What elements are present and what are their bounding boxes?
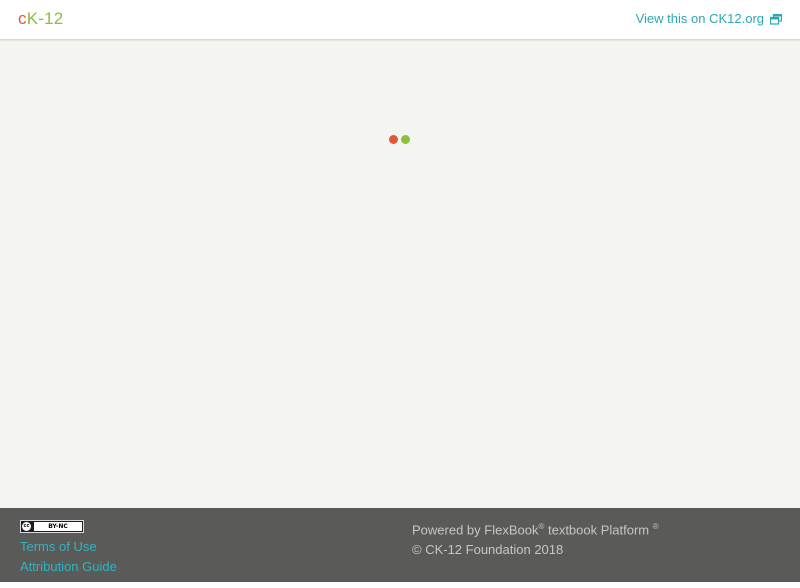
logo-number: -12 (38, 9, 64, 28)
cc-license-badge[interactable]: cc BY-NC (20, 520, 84, 533)
powered-by-text: Powered by FlexBook® textbook Platform ® (412, 517, 659, 540)
logo-letter-k: K (26, 9, 39, 28)
terms-of-use-link[interactable]: Terms of Use (20, 537, 117, 557)
view-on-ck12-label: View this on CK12.org (635, 11, 764, 26)
top-header: cK-12 View this on CK12.org (0, 0, 800, 39)
powered-by-prefix: Powered by FlexBook (412, 522, 539, 538)
copyright-text: © CK-12 Foundation 2018 (412, 542, 564, 558)
logo-letter-c: c (18, 9, 27, 28)
footer: cc BY-NC Terms of Use Attribution Guide … (0, 508, 800, 582)
loading-indicator (389, 135, 410, 144)
ck12-logo[interactable]: cK-12 (18, 8, 63, 30)
footer-credits: Powered by FlexBook® textbook Platform ®… (412, 517, 659, 560)
view-on-ck12-link[interactable]: View this on CK12.org (636, 11, 782, 27)
content-area (0, 39, 800, 508)
loading-dot-orange (389, 135, 398, 144)
loading-dot-green (401, 135, 410, 144)
attribution-guide-link[interactable]: Attribution Guide (20, 557, 117, 577)
registered-mark-2: ® (652, 522, 659, 531)
footer-links: Terms of Use Attribution Guide (20, 537, 117, 577)
powered-by-suffix: textbook Platform (544, 522, 653, 538)
footer-bottom-strip (0, 582, 800, 588)
creative-commons-icon: cc (22, 522, 31, 531)
license-badge-label: BY-NC (34, 522, 82, 531)
page: cK-12 View this on CK12.org cc BY-NC Ter… (0, 0, 800, 588)
external-window-icon (770, 13, 782, 25)
